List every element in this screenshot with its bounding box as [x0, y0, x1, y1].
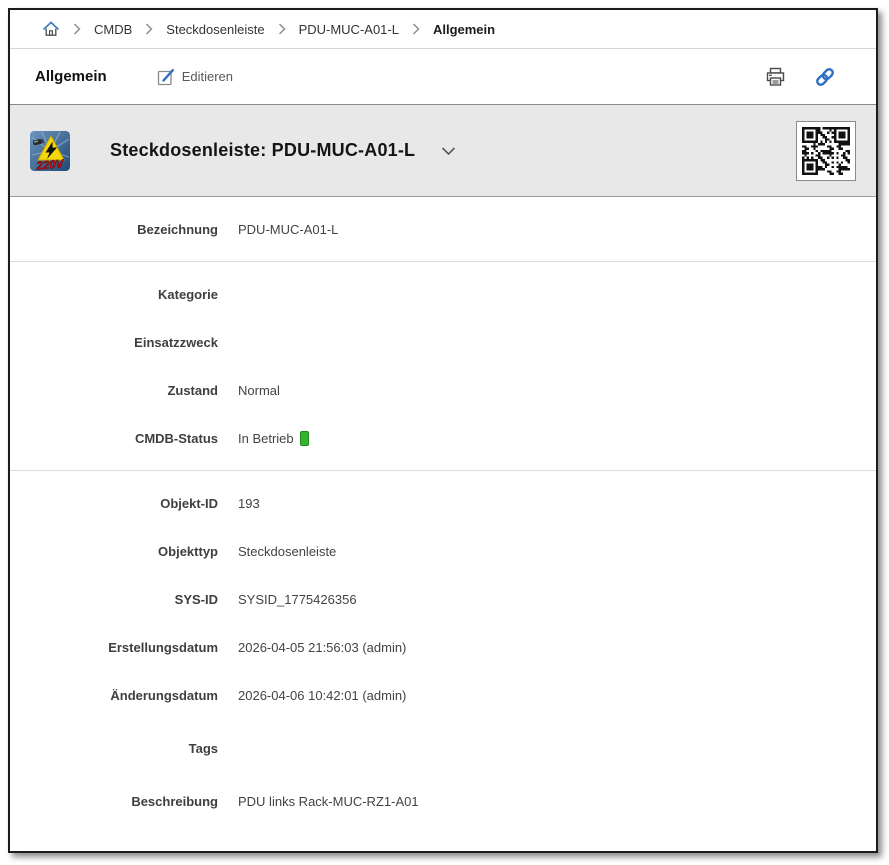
field-label: Einsatzzweck: [10, 335, 218, 350]
home-button[interactable]: [42, 20, 60, 38]
breadcrumb: CMDB Steckdosenleiste PDU-MUC-A01-L Allg…: [10, 10, 876, 49]
chevron-right-icon: [145, 23, 153, 35]
chevron-right-icon: [73, 23, 81, 35]
field-row: SYS-ID SYSID_1775426356: [10, 575, 876, 623]
field-value: SYSID_1775426356: [238, 592, 357, 607]
field-row: CMDB-Status In Betrieb: [10, 414, 876, 462]
field-label: CMDB-Status: [10, 431, 218, 446]
breadcrumb-item-objecttype[interactable]: Steckdosenleiste: [166, 22, 264, 37]
object-title: Steckdosenleiste: PDU-MUC-A01-L: [110, 140, 415, 161]
field-value: 193: [238, 496, 260, 511]
field-value: 2026-04-06 10:42:01 (admin): [238, 688, 406, 703]
category-content: Bezeichnung PDU-MUC-A01-L Kategorie Eins…: [10, 197, 876, 851]
field-value: In Betrieb: [238, 431, 309, 446]
field-row: Tags: [10, 719, 876, 777]
category-toolbar: Allgemein Editieren: [10, 49, 876, 105]
qr-code: [796, 121, 856, 181]
field-label: Änderungsdatum: [10, 688, 218, 703]
object-detail-window: CMDB Steckdosenleiste PDU-MUC-A01-L Allg…: [8, 8, 878, 853]
field-label: Bezeichnung: [10, 222, 218, 237]
field-row: Zustand Normal: [10, 366, 876, 414]
print-button[interactable]: [765, 67, 786, 87]
cmdb-status-value: In Betrieb: [238, 431, 294, 446]
power-strip-220v-icon: 220V: [30, 131, 70, 171]
field-value: Normal: [238, 383, 280, 398]
field-row: Objekt-ID 193: [10, 479, 876, 527]
chevron-down-icon[interactable]: [441, 146, 456, 156]
qr-code-pattern: [802, 127, 850, 175]
status-indicator: [300, 431, 309, 446]
chevron-right-icon: [278, 23, 286, 35]
field-row: Bezeichnung PDU-MUC-A01-L: [10, 205, 876, 253]
field-label: Objekttyp: [10, 544, 218, 559]
home-icon: [42, 20, 60, 38]
permalink-button[interactable]: [814, 66, 836, 88]
field-label: Erstellungsdatum: [10, 640, 218, 655]
edit-button[interactable]: Editieren: [157, 68, 233, 86]
category-heading: Allgemein: [35, 68, 107, 85]
breadcrumb-item-cmdb[interactable]: CMDB: [94, 22, 132, 37]
field-label: SYS-ID: [10, 592, 218, 607]
chevron-right-icon: [412, 23, 420, 35]
svg-text:220V: 220V: [35, 158, 65, 171]
field-label: Objekt-ID: [10, 496, 218, 511]
field-value: Steckdosenleiste: [238, 544, 336, 559]
object-header: 220V Steckdosenleiste: PDU-MUC-A01-L: [10, 105, 876, 197]
section-classification: Kategorie Einsatzzweck Zustand Normal CM…: [10, 262, 876, 471]
field-row: Änderungsdatum 2026-04-06 10:42:01 (admi…: [10, 671, 876, 719]
edit-icon: [157, 68, 175, 86]
field-label: Tags: [10, 741, 218, 756]
field-value: 2026-04-05 21:56:03 (admin): [238, 640, 406, 655]
field-label: Zustand: [10, 383, 218, 398]
link-icon: [814, 66, 836, 88]
breadcrumb-item-current[interactable]: Allgemein: [433, 22, 495, 37]
field-value: PDU links Rack-MUC-RZ1-A01: [238, 794, 419, 809]
edit-button-label: Editieren: [182, 69, 233, 84]
field-value: PDU-MUC-A01-L: [238, 222, 338, 237]
field-row: Einsatzzweck: [10, 318, 876, 366]
field-row: Beschreibung PDU links Rack-MUC-RZ1-A01: [10, 777, 876, 825]
field-label: Kategorie: [10, 287, 218, 302]
field-row: Objekttyp Steckdosenleiste: [10, 527, 876, 575]
section-object-info: Objekt-ID 193 Objekttyp Steckdosenleiste…: [10, 471, 876, 833]
field-row: Kategorie: [10, 270, 876, 318]
field-row: Erstellungsdatum 2026-04-05 21:56:03 (ad…: [10, 623, 876, 671]
print-icon: [765, 67, 786, 87]
field-label: Beschreibung: [10, 794, 218, 809]
section-title-field: Bezeichnung PDU-MUC-A01-L: [10, 197, 876, 262]
breadcrumb-item-object[interactable]: PDU-MUC-A01-L: [299, 22, 399, 37]
